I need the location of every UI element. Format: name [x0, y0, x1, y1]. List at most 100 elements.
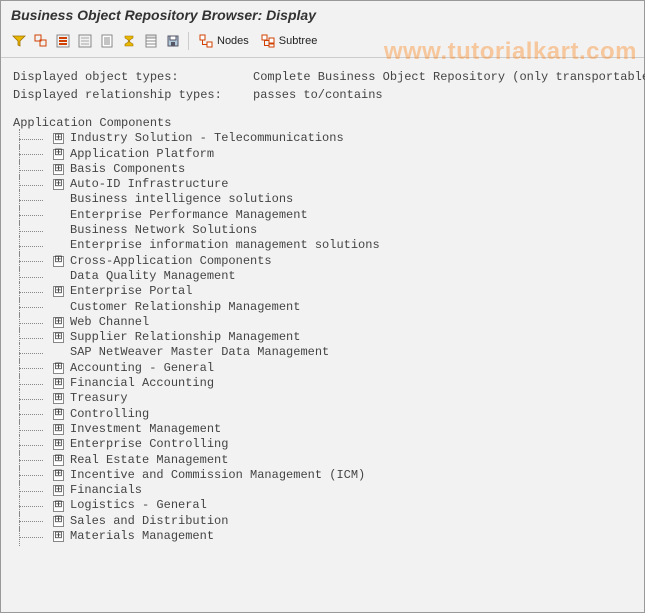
tree-item-label[interactable]: Financial Accounting — [70, 376, 214, 391]
object-types-value: Complete Business Object Repository (onl… — [253, 68, 645, 86]
tree-row: ⊞ Accounting - General — [13, 361, 632, 376]
no-expand-spacer — [53, 302, 64, 313]
nodes-button[interactable]: Nodes — [194, 31, 254, 51]
expand-icon[interactable]: ⊞ — [53, 149, 64, 160]
tree-item-label[interactable]: Materials Management — [70, 529, 214, 544]
no-expand-spacer — [53, 241, 64, 252]
page-title: Business Object Repository Browser: Disp… — [1, 1, 644, 27]
expand-nodes-icon — [199, 34, 213, 48]
select-all-icon[interactable] — [53, 31, 73, 51]
tree-item-label[interactable]: Application Platform — [70, 147, 214, 162]
select-block-icon[interactable] — [31, 31, 51, 51]
expand-icon[interactable]: ⊞ — [53, 179, 64, 190]
tree-row: ⊞ Basis Components — [13, 162, 632, 177]
tree-row: ⊞ Investment Management — [13, 422, 632, 437]
object-types-label: Displayed object types: — [13, 68, 253, 86]
info-block: Displayed object types: Complete Busines… — [1, 58, 644, 116]
tree-row: ⊞ Auto-ID Infrastructure — [13, 177, 632, 192]
tree-row: ⊞ Incentive and Commission Management (IC… — [13, 468, 632, 483]
tree-item-label[interactable]: Controlling — [70, 407, 149, 422]
tree-row: ⊞ Enterprise Controlling — [13, 437, 632, 452]
toolbar: Nodes Subtree — [1, 27, 644, 58]
save-icon[interactable] — [163, 31, 183, 51]
expand-icon[interactable]: ⊞ — [53, 516, 64, 527]
expand-icon[interactable]: ⊞ — [53, 363, 64, 374]
subtree-button[interactable]: Subtree — [256, 31, 323, 51]
toolbar-separator — [188, 32, 189, 50]
tree-item-label[interactable]: Investment Management — [70, 422, 221, 437]
tree-row: ⊞ Web Channel — [13, 315, 632, 330]
filter-icon[interactable] — [9, 31, 29, 51]
tree-item-label[interactable]: Web Channel — [70, 315, 149, 330]
tree-root[interactable]: Application Components — [13, 116, 632, 131]
tree-row: ⊞ Real Estate Management — [13, 453, 632, 468]
tree-connector — [13, 529, 53, 544]
sheet-icon[interactable] — [141, 31, 161, 51]
tree-row: Business Network Solutions — [13, 223, 632, 238]
expand-icon[interactable]: ⊞ — [53, 455, 64, 466]
tree-row: Customer Relationship Management — [13, 300, 632, 315]
expand-icon[interactable]: ⊞ — [53, 409, 64, 420]
deselect-all-icon[interactable] — [75, 31, 95, 51]
no-expand-spacer — [53, 210, 64, 221]
no-expand-spacer — [53, 271, 64, 282]
tree-item-label[interactable]: Auto-ID Infrastructure — [70, 177, 228, 192]
subtree-button-label: Subtree — [279, 35, 318, 47]
no-expand-spacer — [53, 348, 64, 359]
no-expand-spacer — [53, 225, 64, 236]
list-icon[interactable] — [97, 31, 117, 51]
tree-item-label[interactable]: Supplier Relationship Management — [70, 330, 300, 345]
expand-icon[interactable]: ⊞ — [53, 531, 64, 542]
expand-icon[interactable]: ⊞ — [53, 164, 64, 175]
tree-row: ⊞ Treasury — [13, 391, 632, 406]
expand-icon[interactable]: ⊞ — [53, 501, 64, 512]
tree-item-label[interactable]: Enterprise Portal — [70, 284, 192, 299]
expand-icon[interactable]: ⊞ — [53, 485, 64, 496]
nodes-button-label: Nodes — [217, 35, 249, 47]
tree-row: ⊞ Financials — [13, 483, 632, 498]
rel-types-value: passes to/contains — [253, 86, 383, 104]
tree-item-label[interactable]: Real Estate Management — [70, 453, 228, 468]
tree-item-label[interactable]: Industry Solution - Telecommunications — [70, 131, 344, 146]
tree-item-label[interactable]: Logistics - General — [70, 498, 207, 513]
no-expand-spacer — [53, 195, 64, 206]
tree-item-label[interactable]: Basis Components — [70, 162, 185, 177]
tree-row: ⊞ Enterprise Portal — [13, 284, 632, 299]
sum-icon[interactable] — [119, 31, 139, 51]
tree-row: Data Quality Management — [13, 269, 632, 284]
tree-row: ⊞ Sales and Distribution — [13, 514, 632, 529]
tree-row: ⊞ Logistics - General — [13, 498, 632, 513]
tree-item-label[interactable]: SAP NetWeaver Master Data Management — [70, 345, 329, 360]
tree-row: Business intelligence solutions — [13, 192, 632, 207]
expand-icon[interactable]: ⊞ — [53, 424, 64, 435]
tree-row: ⊞ Controlling — [13, 407, 632, 422]
tree-item-label[interactable]: Treasury — [70, 391, 128, 406]
tree-item-label[interactable]: Enterprise Performance Management — [70, 208, 308, 223]
tree-item-label[interactable]: Sales and Distribution — [70, 514, 228, 529]
tree-row: Enterprise Performance Management — [13, 208, 632, 223]
tree-item-label[interactable]: Data Quality Management — [70, 269, 236, 284]
expand-icon[interactable]: ⊞ — [53, 256, 64, 267]
tree-item-label[interactable]: Incentive and Commission Management (ICM… — [70, 468, 365, 483]
expand-icon[interactable]: ⊞ — [53, 286, 64, 297]
tree-item-label[interactable]: Enterprise information management soluti… — [70, 238, 380, 253]
expand-icon[interactable]: ⊞ — [53, 378, 64, 389]
expand-icon[interactable]: ⊞ — [53, 470, 64, 481]
tree-row: ⊞ Industry Solution - Telecommunications — [13, 131, 632, 146]
expand-icon[interactable]: ⊞ — [53, 439, 64, 450]
tree-item-label[interactable]: Customer Relationship Management — [70, 300, 300, 315]
expand-icon[interactable]: ⊞ — [53, 332, 64, 343]
tree-item-label[interactable]: Accounting - General — [70, 361, 214, 376]
tree-item-label[interactable]: Cross-Application Components — [70, 254, 272, 269]
tree-row: ⊞ Supplier Relationship Management — [13, 330, 632, 345]
tree-row: ⊞ Application Platform — [13, 147, 632, 162]
tree-item-label[interactable]: Financials — [70, 483, 142, 498]
tree-item-label[interactable]: Enterprise Controlling — [70, 437, 228, 452]
expand-icon[interactable]: ⊞ — [53, 393, 64, 404]
tree-item-label[interactable]: Business intelligence solutions — [70, 192, 293, 207]
tree-row: ⊞ Cross-Application Components — [13, 254, 632, 269]
expand-icon[interactable]: ⊞ — [53, 317, 64, 328]
tree-row: ⊞ Financial Accounting — [13, 376, 632, 391]
tree-item-label[interactable]: Business Network Solutions — [70, 223, 257, 238]
expand-icon[interactable]: ⊞ — [53, 133, 64, 144]
